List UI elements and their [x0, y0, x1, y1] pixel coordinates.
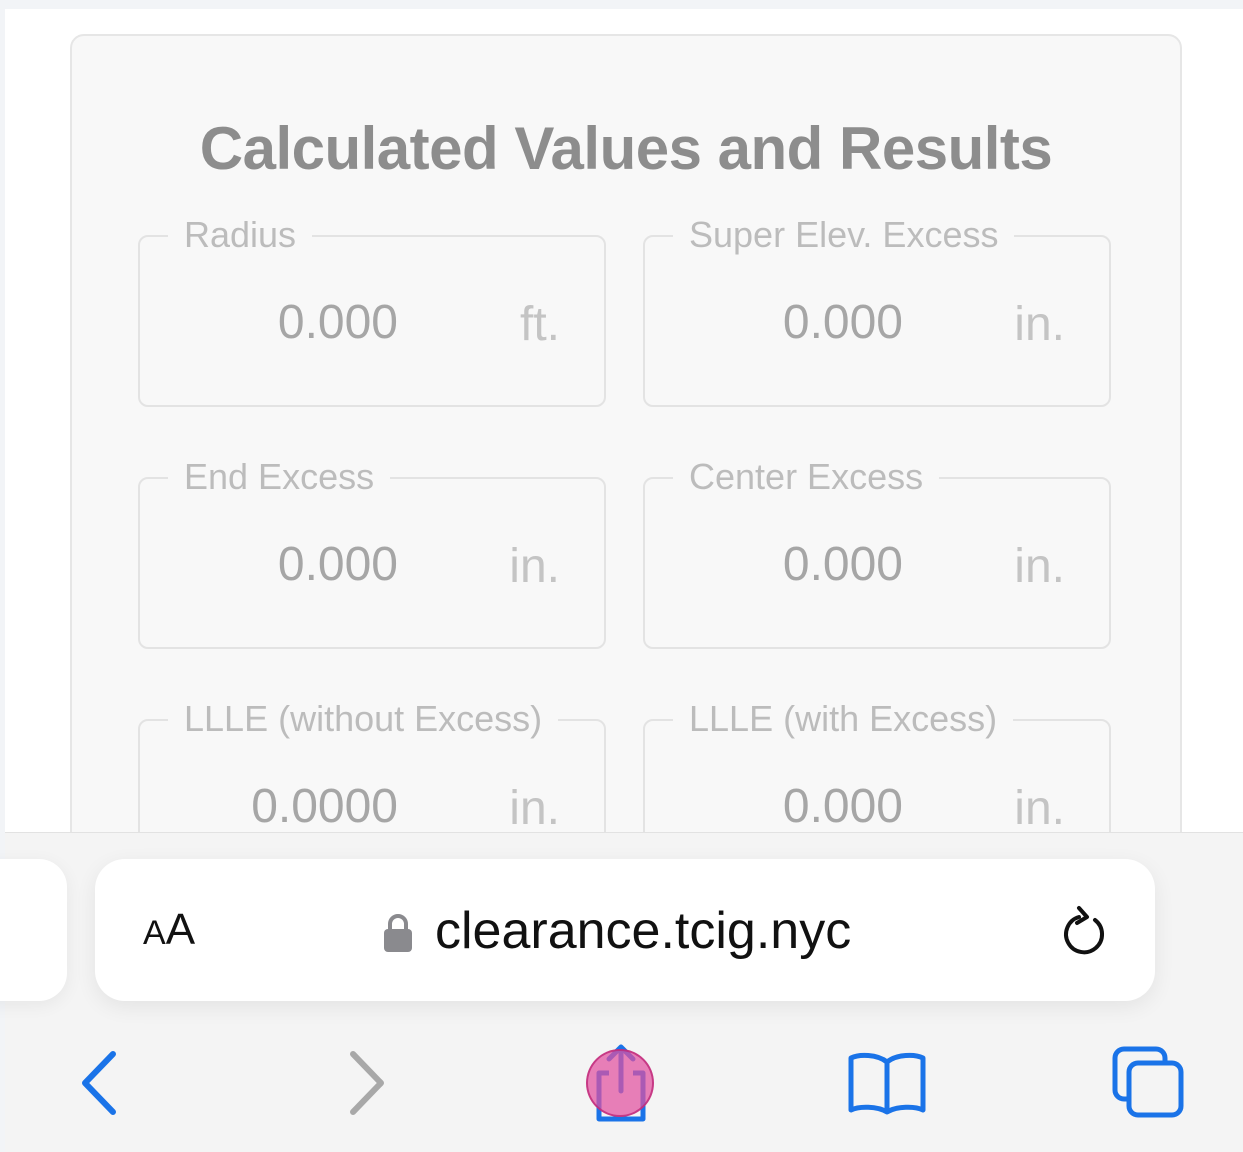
center-excess-label: Center Excess	[673, 457, 940, 497]
reload-icon[interactable]	[1057, 905, 1113, 961]
end-excess-label: End Excess	[168, 457, 391, 497]
llle-with-excess-value: 0.000	[782, 780, 903, 833]
url-text[interactable]: clearance.tcig.nyc	[435, 901, 851, 961]
tabs-button[interactable]	[1109, 1045, 1189, 1121]
end-excess-field: End Excess 0.000 in.	[138, 457, 606, 649]
forward-button[interactable]	[327, 1045, 407, 1121]
bookmarks-button[interactable]	[845, 1045, 929, 1121]
llle-without-excess-value: 0.0000	[251, 780, 398, 833]
end-excess-unit: in.	[509, 540, 560, 593]
address-bar[interactable]: AA clearance.tcig.nyc	[95, 859, 1155, 1001]
llle-with-excess-label: LLLE (with Excess)	[673, 699, 1014, 739]
end-excess-value: 0.000	[277, 538, 398, 591]
bookmarks-icon	[848, 1052, 926, 1115]
radius-unit: ft.	[519, 298, 560, 351]
back-button[interactable]	[59, 1045, 139, 1121]
llle-with-excess-unit: in.	[1014, 782, 1065, 835]
super-elev-excess-field: Super Elev. Excess 0.000 in.	[643, 215, 1111, 407]
touch-indicator	[586, 1049, 654, 1117]
radius-value: 0.000	[277, 296, 398, 349]
text-size-large-glyph: A	[165, 905, 196, 954]
back-icon	[82, 1051, 116, 1115]
browser-toolbar: AA clearance.tcig.nyc	[0, 832, 1243, 1152]
center-excess-field: Center Excess 0.000 in.	[643, 457, 1111, 649]
super-elev-excess-unit: in.	[1014, 298, 1065, 351]
tabs-icon	[1112, 1046, 1184, 1118]
card-title: Calculated Values and Results	[199, 115, 1053, 182]
radius-field: Radius 0.000 ft.	[138, 215, 606, 407]
forward-icon	[350, 1051, 384, 1115]
super-elev-excess-value: 0.000	[782, 296, 903, 349]
llle-without-excess-unit: in.	[509, 782, 560, 835]
text-size-small-glyph: A	[143, 914, 166, 952]
lock-icon	[384, 914, 412, 952]
previous-tab-preview[interactable]	[0, 859, 67, 1001]
text-size-button[interactable]: AA	[143, 905, 195, 958]
llle-without-excess-label: LLLE (without Excess)	[168, 699, 559, 739]
super-elev-excess-label: Super Elev. Excess	[673, 215, 1015, 255]
results-card: Calculated Values and Results Radius 0.0…	[70, 34, 1182, 938]
center-excess-value: 0.000	[782, 538, 903, 591]
center-excess-unit: in.	[1014, 540, 1065, 593]
radius-label: Radius	[168, 215, 313, 255]
